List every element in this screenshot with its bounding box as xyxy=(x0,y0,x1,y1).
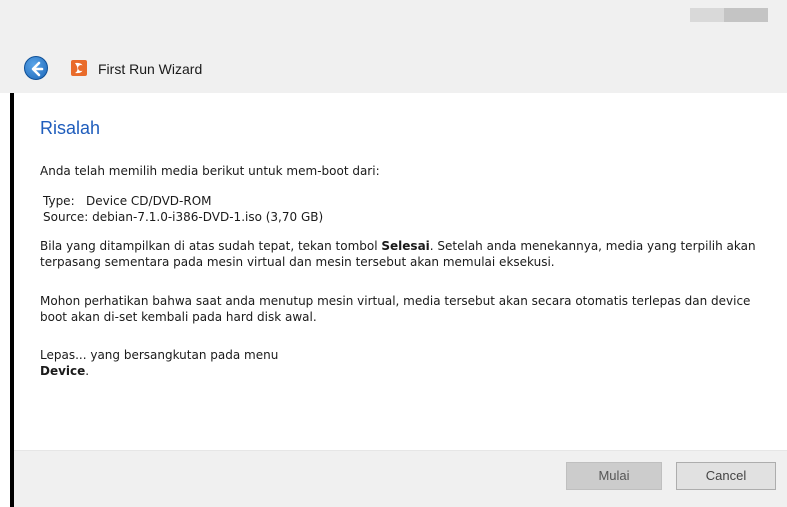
window-titlebar: First Run Wizard xyxy=(0,0,787,93)
note-text: Mohon perhatikan bahwa saat anda menutup… xyxy=(40,294,751,324)
wizard-content xyxy=(14,93,787,450)
media-details: Type: Device CD/DVD-ROM Source: debian-7… xyxy=(43,193,773,225)
media-source-line: Source: debian-7.1.0-i386-DVD-1.iso (3,7… xyxy=(43,210,324,224)
back-arrow-icon[interactable] xyxy=(24,56,48,80)
button-bar xyxy=(14,450,787,507)
back-arrow-glyph xyxy=(31,61,44,77)
info-text: Bila yang ditampilkan di atas sudah tepa… xyxy=(40,238,770,270)
intro-text: Anda telah memilih media berikut untuk m… xyxy=(40,164,380,178)
unmount-line: Lepas... yang bersangkutan pada menu xyxy=(40,348,279,362)
virtualbox-icon xyxy=(70,59,88,77)
device-keyword: Device xyxy=(40,364,86,378)
finish-keyword: Selesai xyxy=(381,239,430,253)
window-title: First Run Wizard xyxy=(98,61,203,77)
start-button[interactable]: Mulai xyxy=(566,462,662,490)
unmount-text: Lepas... yang bersangkutan pada menu Dev… xyxy=(40,347,770,379)
device-suffix: . xyxy=(85,364,90,378)
cancel-button[interactable]: Cancel xyxy=(676,462,776,490)
media-type-line: Type: Device CD/DVD-ROM xyxy=(43,194,212,208)
page-title: Risalah xyxy=(40,118,101,138)
titlebar-control[interactable] xyxy=(724,8,768,22)
info-text-before: Bila yang ditampilkan di atas sudah tepa… xyxy=(40,239,382,253)
titlebar-control[interactable] xyxy=(690,8,724,22)
